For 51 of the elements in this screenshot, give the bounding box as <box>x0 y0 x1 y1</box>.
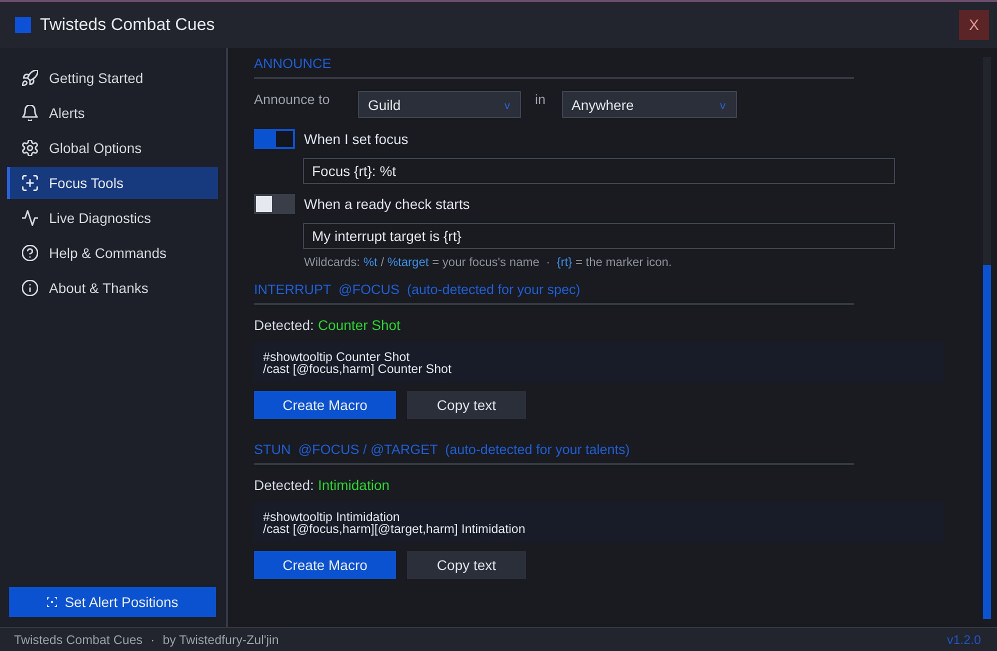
detected-label: Detected: <box>254 477 314 493</box>
version-label: v1.2.0 <box>946 632 981 646</box>
sidebar-item[interactable]: About & Thanks <box>7 272 218 304</box>
settings-icon <box>22 140 38 156</box>
app-logo-icon <box>15 17 31 33</box>
copy-text-button[interactable]: Copy text <box>407 391 526 419</box>
info-icon <box>22 280 38 296</box>
focus-frame-icon <box>46 597 57 607</box>
macro-code-block: #showtooltip Intimidation /cast [@focus,harm][@target,harm] Intimidation <box>254 503 944 542</box>
section-heading: STUN @FOCUS / @TARGET (auto-detected for your talents) <box>254 442 854 465</box>
window-title: Twisteds Combat Cues <box>40 15 215 35</box>
status-app-name: Twisteds Combat Cues <box>14 632 143 646</box>
section-heading: ANNOUNCE <box>254 56 854 79</box>
detected-spell: Intimidation <box>318 477 390 493</box>
detected-spell: Counter Shot <box>318 317 400 333</box>
section-heading: INTERRUPT @FOCUS (auto-detected for your spec) <box>254 282 854 305</box>
scrollbar-track[interactable] <box>983 57 991 619</box>
location-dropdown[interactable]: Anywhere v <box>562 91 737 118</box>
sidebar-item[interactable]: Live Diagnostics <box>7 202 218 234</box>
sidebar-item[interactable]: Global Options <box>7 132 218 164</box>
sidebar-item[interactable]: Focus Tools <box>7 167 218 199</box>
caret-icon: v <box>720 97 726 112</box>
announce-to-label: Announce to <box>254 91 331 109</box>
toggle-label: When a ready check starts <box>304 196 470 212</box>
message-field[interactable]: My interrupt target is {rt} <box>303 223 895 249</box>
channel-dropdown[interactable]: Guild v <box>358 91 521 118</box>
create-macro-button[interactable]: Create Macro <box>254 551 396 579</box>
wildcard-hint: Wildcards: %t / %target = your focus's name · {rt} = the marker icon. <box>304 255 672 269</box>
focus-frame-icon <box>22 175 38 191</box>
toggle-switch[interactable] <box>254 129 295 149</box>
bell-icon <box>22 105 38 121</box>
sidebar-item[interactable]: Help & Commands <box>7 237 218 269</box>
scrollbar-thumb[interactable] <box>983 265 991 619</box>
toggle-switch[interactable] <box>254 194 295 214</box>
sidebar-item[interactable]: Alerts <box>7 97 218 129</box>
sidebar-item[interactable]: Getting Started <box>7 62 218 94</box>
toggle-label: When I set focus <box>304 131 408 147</box>
detected-label: Detected: <box>254 317 314 333</box>
rocket-icon <box>22 70 38 86</box>
status-author: by Twistedfury-Zul'jin <box>162 632 279 646</box>
macro-code-block: #showtooltip Counter Shot /cast [@focus,harm] Counter Shot <box>254 343 944 382</box>
help-icon <box>22 245 38 261</box>
pulse-icon <box>22 210 38 226</box>
in-label: in <box>535 91 546 109</box>
set-alert-positions-button[interactable]: Set Alert Positions <box>9 587 216 617</box>
message-field[interactable]: Focus {rt}: %t <box>303 158 895 184</box>
create-macro-button[interactable]: Create Macro <box>254 391 396 419</box>
copy-text-button[interactable]: Copy text <box>407 551 526 579</box>
caret-icon: v <box>504 97 510 112</box>
status-separator: · <box>150 632 155 646</box>
close-button[interactable]: X <box>959 10 989 40</box>
